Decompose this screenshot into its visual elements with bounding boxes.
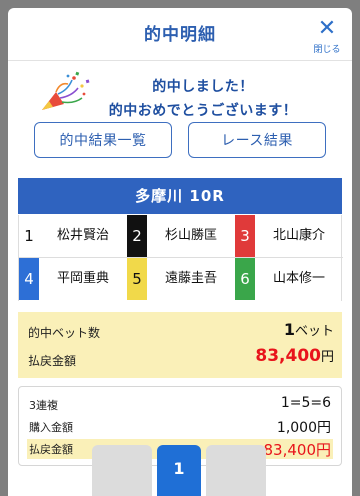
modal-header: 的中明細 ✕ 閉じる: [8, 8, 352, 61]
rider-name: 松井賢治: [56, 228, 109, 243]
prev-page-button[interactable]: [92, 445, 152, 496]
hit-detail-modal: 的中明細 ✕ 閉じる 的中しました！ 的中おめでとうございます！ 的中結果一覧 …: [8, 8, 352, 496]
close-button[interactable]: ✕ 閉じる: [310, 18, 344, 56]
hit-bets-count: 1: [283, 320, 295, 339]
congrats-line-1: 的中しました！: [152, 79, 254, 95]
frame-number: 4: [19, 258, 39, 300]
bet-combo: 1=5=6: [280, 395, 331, 411]
purchase-value: 1,000円: [276, 420, 331, 436]
close-icon: ✕: [317, 16, 337, 41]
modal-title: 的中明細: [144, 25, 216, 45]
bet-type-label: 3連複: [29, 399, 58, 412]
hit-bets-label: 的中ベット数: [28, 326, 101, 340]
purchase-row: 購入金額 1,000円: [27, 417, 333, 437]
rider-cell: 4 平岡重典: [19, 258, 127, 300]
rider-cell: 3 北山康介: [235, 215, 343, 257]
hit-bets-unit: ベット: [294, 324, 334, 339]
payout-amount: 83,400: [255, 346, 321, 366]
close-label: 閉じる: [313, 45, 341, 55]
frame-number: 5: [127, 258, 147, 300]
race-results-button[interactable]: レース結果: [188, 122, 326, 158]
frame-number: 6: [235, 258, 255, 300]
frame-number: 3: [235, 215, 255, 257]
rider-name: 杉山勝匡: [164, 228, 217, 243]
purchase-label: 購入金額: [29, 421, 73, 434]
congrats-message: 的中しました！ 的中おめでとうございます！: [8, 66, 352, 119]
rider-cell: 1 松井賢治: [19, 215, 127, 257]
rider-name: 遠藤圭吾: [164, 271, 217, 286]
payout-label: 払戻金額: [28, 354, 77, 368]
frame-number: 1: [19, 215, 39, 257]
hit-results-list-button[interactable]: 的中結果一覧: [34, 122, 172, 158]
rider-name: 北山康介: [272, 228, 325, 243]
hit-bets-value: 1ベット: [284, 320, 334, 339]
rider-cell: 5 遠藤圭吾: [127, 258, 235, 300]
payout-unit: 円: [320, 350, 334, 365]
payout-value: 83,400円: [255, 346, 334, 366]
pagination: 1: [0, 445, 360, 496]
rider-cell: 2 杉山勝匡: [127, 215, 235, 257]
rider-name: 山本修一: [272, 271, 325, 286]
bet-type-row: 3連複 1=5=6: [27, 395, 333, 415]
frame-number: 2: [127, 215, 147, 257]
race-title: 多摩川 10R: [18, 178, 342, 214]
next-page-button[interactable]: [206, 445, 266, 496]
current-page-button[interactable]: 1: [157, 445, 201, 496]
rider-cell: 6 山本修一: [235, 258, 343, 300]
hit-summary: 的中ベット数 1ベット 払戻金額 83,400円: [18, 312, 342, 378]
rider-name: 平岡重典: [56, 271, 109, 286]
rider-grid: 1 松井賢治 2 杉山勝匡 3 北山康介 4 平岡重典 5 遠藤圭吾 6 山本修…: [18, 215, 343, 301]
congrats-line-2: 的中おめでとうございます！: [108, 103, 298, 119]
party-popper-icon: [42, 71, 90, 110]
